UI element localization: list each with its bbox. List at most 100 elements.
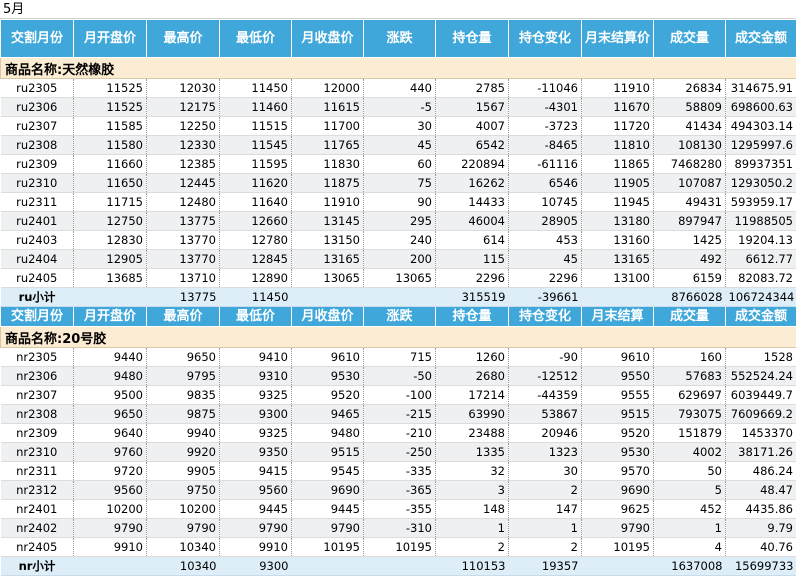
- table-row-cell[interactable]: 57683: [653, 366, 726, 386]
- table-row-cell[interactable]: 12385: [146, 154, 220, 174]
- table-row-cell[interactable]: 11875: [291, 173, 364, 193]
- table-row-cell[interactable]: 9480: [291, 423, 364, 443]
- header-row-cell[interactable]: 交割月份: [0, 19, 74, 58]
- header-row-cell[interactable]: 最高价: [146, 19, 220, 58]
- table-row-cell[interactable]: 11910: [291, 192, 364, 212]
- header-row-cell[interactable]: 月末结算价: [581, 19, 654, 58]
- table-row-cell[interactable]: -44359: [508, 385, 582, 405]
- table-row-cell[interactable]: 11988505: [725, 211, 796, 231]
- table-row-cell[interactable]: 13160: [581, 230, 654, 250]
- table-row-cell[interactable]: 9905: [146, 461, 220, 481]
- table-row-cell[interactable]: 12845: [219, 249, 292, 269]
- table-row-cell[interactable]: 48.47: [725, 480, 796, 500]
- table-row-cell[interactable]: 295: [363, 211, 436, 231]
- table-row-cell[interactable]: 4435.86: [725, 499, 796, 519]
- subtotal-row-cell[interactable]: 19357: [508, 556, 582, 576]
- table-row-cell[interactable]: 793075: [653, 404, 726, 424]
- table-row-cell[interactable]: 4007: [435, 116, 509, 136]
- table-row-cell[interactable]: 11525: [73, 97, 147, 117]
- table-row-cell[interactable]: -90: [508, 347, 582, 367]
- table-row-cell[interactable]: 9790: [146, 518, 220, 538]
- header-row-cell[interactable]: 月末结算: [581, 306, 654, 327]
- table-row-cell[interactable]: 11595: [219, 154, 292, 174]
- table-row-cell[interactable]: 1323: [508, 442, 582, 462]
- table-row-cell[interactable]: 12480: [146, 192, 220, 212]
- table-row-cell[interactable]: 715: [363, 347, 436, 367]
- table-row-cell[interactable]: 9550: [581, 366, 654, 386]
- table-row-cell[interactable]: 9790: [581, 518, 654, 538]
- table-row-cell[interactable]: 552524.24: [725, 366, 796, 386]
- table-row-cell[interactable]: 4002: [653, 442, 726, 462]
- table-row-cell[interactable]: 9410: [219, 347, 292, 367]
- table-row-cell[interactable]: 10195: [291, 537, 364, 557]
- table-row-cell[interactable]: 9520: [581, 423, 654, 443]
- table-row-cell[interactable]: -355: [363, 499, 436, 519]
- subtotal-row-cell[interactable]: 110153: [435, 556, 509, 576]
- table-row-cell[interactable]: 147: [508, 499, 582, 519]
- table-row-cell[interactable]: 12660: [219, 211, 292, 231]
- table-row-cell[interactable]: 12175: [146, 97, 220, 117]
- table-row-cell[interactable]: 90: [363, 192, 436, 212]
- table-row-cell[interactable]: 9520: [291, 385, 364, 405]
- table-row-cell[interactable]: 13180: [581, 211, 654, 231]
- subtotal-row-cell[interactable]: [581, 287, 654, 307]
- table-row-cell[interactable]: 6612.77: [725, 249, 796, 269]
- header-row-cell[interactable]: 持仓变化: [508, 19, 582, 58]
- table-row-cell[interactable]: 9910: [73, 537, 147, 557]
- table-row-cell[interactable]: 9560: [73, 480, 147, 500]
- table-row-cell[interactable]: 11515: [219, 116, 292, 136]
- table-row-cell[interactable]: 9690: [581, 480, 654, 500]
- table-row-cell[interactable]: 9910: [219, 537, 292, 557]
- table-row-cell[interactable]: 11460: [219, 97, 292, 117]
- table-row-cell[interactable]: 6546: [508, 173, 582, 193]
- table-row-cell[interactable]: ru2311: [0, 192, 74, 212]
- header-row-cell[interactable]: 涨跌: [363, 19, 436, 58]
- subtotal-row-cell[interactable]: 106724344: [725, 287, 796, 307]
- table-row-cell[interactable]: 14433: [435, 192, 509, 212]
- table-row-cell[interactable]: ru2404: [0, 249, 74, 269]
- table-row-cell[interactable]: 53867: [508, 404, 582, 424]
- table-row-cell[interactable]: 9920: [146, 442, 220, 462]
- table-row-cell[interactable]: 40.76: [725, 537, 796, 557]
- table-row-cell[interactable]: 11830: [291, 154, 364, 174]
- table-row-cell[interactable]: 49431: [653, 192, 726, 212]
- table-row-cell[interactable]: 50: [653, 461, 726, 481]
- table-row-cell[interactable]: 9650: [146, 347, 220, 367]
- table-row-cell[interactable]: 10195: [363, 537, 436, 557]
- header-row-cell[interactable]: 最低价: [219, 19, 292, 58]
- table-row-cell[interactable]: 7609669.2: [725, 404, 796, 424]
- table-row-cell[interactable]: 9545: [291, 461, 364, 481]
- table-row-cell[interactable]: 82083.72: [725, 268, 796, 288]
- table-row-cell[interactable]: 9625: [581, 499, 654, 519]
- table-row-cell[interactable]: 10195: [581, 537, 654, 557]
- table-row-cell[interactable]: nr2307: [0, 385, 74, 405]
- table-row-cell[interactable]: 26834: [653, 78, 726, 98]
- table-row-cell[interactable]: 12830: [73, 230, 147, 250]
- table-row-cell[interactable]: 9720: [73, 461, 147, 481]
- table-row-cell[interactable]: ru2306: [0, 97, 74, 117]
- section-title[interactable]: 商品名称:20号胶: [0, 326, 796, 348]
- table-row-cell[interactable]: 440: [363, 78, 436, 98]
- table-row-cell[interactable]: 11765: [291, 135, 364, 155]
- table-row-cell[interactable]: 45: [508, 249, 582, 269]
- table-row-cell[interactable]: 10340: [146, 537, 220, 557]
- table-row-cell[interactable]: ru2305: [0, 78, 74, 98]
- table-row-cell[interactable]: 1528: [725, 347, 796, 367]
- table-row-cell[interactable]: 160: [653, 347, 726, 367]
- table-row-cell[interactable]: 11620: [219, 173, 292, 193]
- table-row-cell[interactable]: 9500: [73, 385, 147, 405]
- table-row-cell[interactable]: -50: [363, 366, 436, 386]
- subtotal-row-cell[interactable]: 315519: [435, 287, 509, 307]
- table-row-cell[interactable]: 13775: [146, 211, 220, 231]
- table-row-cell[interactable]: 1567: [435, 97, 509, 117]
- table-row-cell[interactable]: 9465: [291, 404, 364, 424]
- table-row-cell[interactable]: 12250: [146, 116, 220, 136]
- table-row-cell[interactable]: 45: [363, 135, 436, 155]
- table-row-cell[interactable]: -8465: [508, 135, 582, 155]
- table-row-cell[interactable]: 63990: [435, 404, 509, 424]
- table-row-cell[interactable]: -210: [363, 423, 436, 443]
- table-row-cell[interactable]: 58809: [653, 97, 726, 117]
- table-row-cell[interactable]: 32: [435, 461, 509, 481]
- table-row-cell[interactable]: 107087: [653, 173, 726, 193]
- table-row-cell[interactable]: 115: [435, 249, 509, 269]
